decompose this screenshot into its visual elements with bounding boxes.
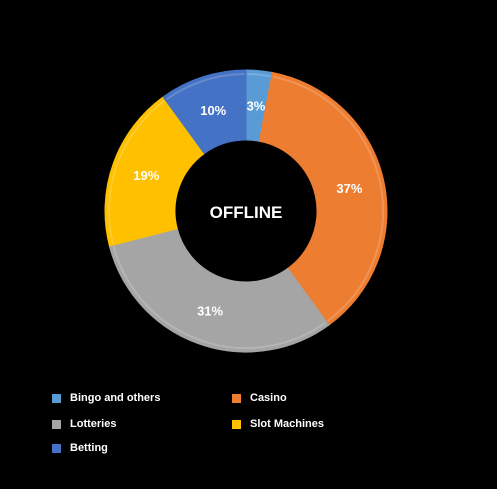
legend-item-betting: Betting [52, 440, 108, 456]
slice-value-label: 10% [200, 103, 226, 118]
legend-label: Betting [70, 442, 108, 454]
legend-item-bingo-and-others: Bingo and others [52, 390, 160, 406]
legend-label: Bingo and others [70, 392, 161, 404]
legend-swatch [52, 443, 61, 453]
legend-label: Lotteries [70, 418, 117, 430]
legend-swatch [232, 419, 241, 429]
center-label: OFFLINE [210, 203, 283, 222]
slice-value-label: 3% [247, 98, 266, 113]
donut-slice-lotteries [108, 228, 330, 353]
legend: Bingo and others Casino Lotteries Slot M… [52, 390, 472, 470]
legend-label: Slot Machines [250, 418, 324, 430]
legend-swatch [52, 419, 61, 429]
slice-value-label: 31% [197, 304, 223, 319]
legend-label: Casino [250, 392, 287, 404]
slice-value-label: 37% [336, 181, 362, 196]
legend-item-lotteries: Lotteries [52, 416, 116, 432]
legend-swatch [232, 393, 241, 403]
legend-swatch [52, 393, 61, 403]
slice-value-label: 19% [133, 168, 159, 183]
legend-item-slot-machines: Slot Machines [232, 416, 324, 432]
legend-item-casino: Casino [232, 390, 287, 406]
